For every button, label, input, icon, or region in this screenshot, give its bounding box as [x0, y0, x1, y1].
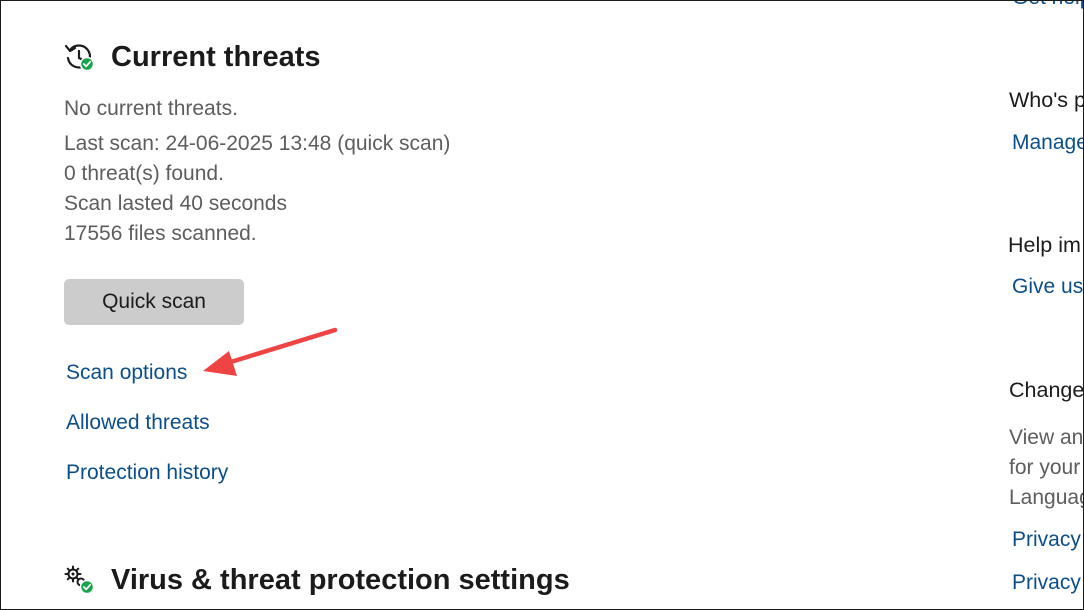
privacy-settings-link[interactable]: Privacy s — [1012, 528, 1083, 552]
last-scan-text: Last scan: 24-06-2025 13:48 (quick scan) — [64, 132, 451, 155]
help-improve-title: Help im — [1008, 233, 1081, 257]
give-feedback-link[interactable]: Give us — [1012, 275, 1083, 299]
privacy-dashboard-link[interactable]: Privacy — [1012, 571, 1081, 595]
gears-check-icon — [64, 565, 96, 600]
privacy-description-line: Languag — [1009, 486, 1084, 509]
get-help-link[interactable]: Get help — [1012, 1, 1083, 10]
scan-options-link[interactable]: Scan options — [66, 361, 187, 385]
privacy-description-line: View an — [1009, 426, 1084, 449]
annotation-arrow — [203, 327, 338, 376]
change-privacy-title: Change — [1009, 378, 1084, 402]
threats-found-text: 0 threat(s) found. — [64, 162, 224, 185]
privacy-description-line: for your — [1009, 456, 1081, 479]
files-scanned-text: 17556 files scanned. — [64, 222, 257, 245]
manage-providers-link[interactable]: Manage — [1012, 131, 1083, 155]
current-threats-title: Current threats — [111, 41, 321, 73]
history-check-icon — [64, 42, 96, 77]
protection-history-link[interactable]: Protection history — [66, 461, 228, 485]
window-content: Current threats No current threats. Last… — [0, 0, 1084, 610]
whos-protecting-title: Who's p — [1009, 88, 1084, 112]
quick-scan-button[interactable]: Quick scan — [64, 279, 244, 325]
threat-status-text: No current threats. — [64, 97, 238, 120]
scan-duration-text: Scan lasted 40 seconds — [64, 192, 287, 215]
protection-settings-title: Virus & threat protection settings — [111, 564, 570, 596]
allowed-threats-link[interactable]: Allowed threats — [66, 411, 210, 435]
